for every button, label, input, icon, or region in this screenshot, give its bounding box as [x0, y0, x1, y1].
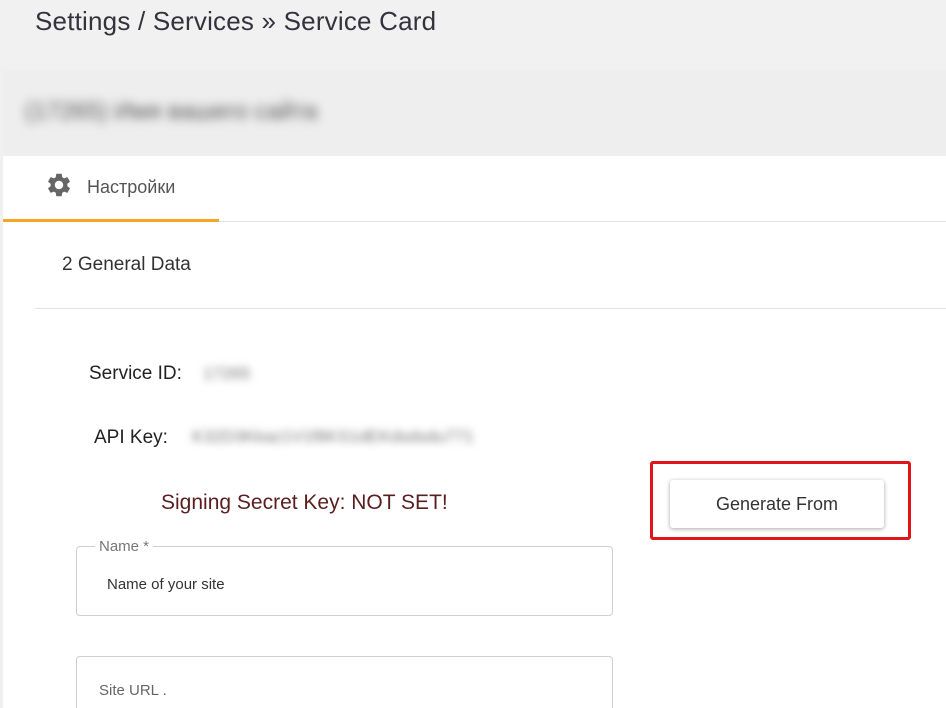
section-title: 2 General Data — [62, 254, 191, 275]
site-header: (17265) Имя вашего сайта — [3, 70, 946, 156]
name-field: Name * — [76, 538, 613, 616]
page: Settings / Services » Service Card (1726… — [0, 0, 946, 708]
generate-button[interactable]: Generate From — [670, 480, 884, 528]
site-name: (17265) Имя вашего сайта — [25, 98, 318, 125]
site-url-input[interactable] — [99, 682, 579, 699]
section-divider — [35, 308, 946, 309]
breadcrumb-bar: Settings / Services » Service Card — [0, 0, 946, 64]
name-input[interactable] — [107, 576, 587, 593]
breadcrumb: Settings / Services » Service Card — [35, 6, 437, 36]
tab-bar: Настройки — [3, 156, 946, 222]
tab-settings[interactable]: Настройки — [3, 156, 219, 222]
service-id-label: Service ID: — [89, 363, 182, 384]
name-field-label: Name * — [95, 538, 154, 555]
api-key-label: API Key: — [94, 427, 168, 448]
tab-settings-label: Настройки — [87, 177, 176, 197]
signing-secret-status: Signing Secret Key: NOT SET! — [161, 491, 448, 514]
service-id-value: 17265 — [203, 364, 251, 383]
gear-icon — [45, 171, 73, 204]
api-key-value: K32D3Kkaz1V1f8KS1dEKdsdsdu771 — [192, 427, 474, 446]
url-field — [76, 656, 613, 708]
service-card: Настройки 2 General Data Service ID: 172… — [3, 156, 946, 708]
